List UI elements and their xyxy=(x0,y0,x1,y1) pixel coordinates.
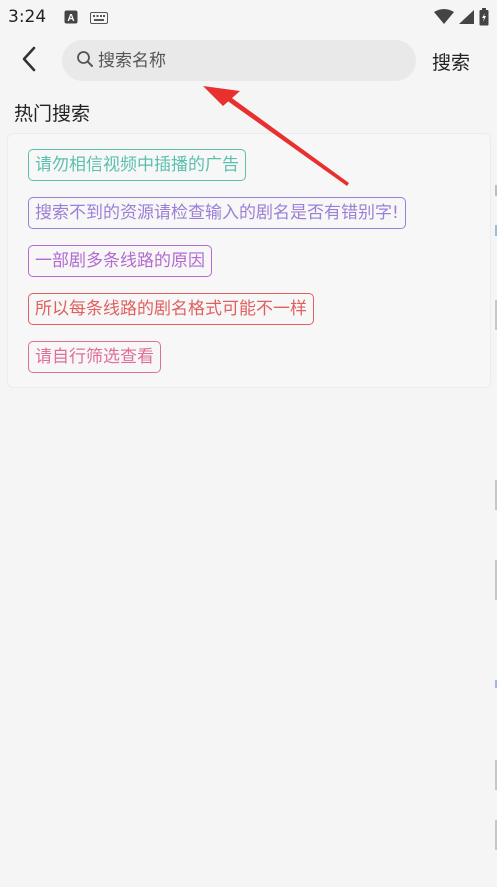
search-box[interactable] xyxy=(62,40,416,81)
hot-search-card: 请勿相信视频中插播的广告 搜索不到的资源请检查输入的剧名是否有错别字! 一部剧多… xyxy=(7,133,491,388)
status-icons-right xyxy=(434,8,489,30)
signal-icon xyxy=(458,9,475,29)
chevron-left-icon xyxy=(20,46,38,76)
search-input[interactable] xyxy=(94,50,398,71)
wifi-icon xyxy=(434,9,454,29)
hot-search-title: 热门搜索 xyxy=(14,103,91,125)
keyboard-icon xyxy=(90,9,108,28)
search-icon xyxy=(76,50,94,72)
back-button[interactable] xyxy=(12,44,46,78)
annotation-arrow-head xyxy=(203,86,240,106)
hot-search-tag[interactable]: 一部剧多条线路的原因 xyxy=(28,245,212,277)
status-bar: 3:24 A xyxy=(0,0,497,34)
battery-icon xyxy=(479,8,489,30)
hot-search-tag[interactable]: 所以每条线路的剧名格式可能不一样 xyxy=(28,293,314,325)
toolbar: 搜索 xyxy=(0,38,497,84)
hot-search-tag[interactable]: 请自行筛选查看 xyxy=(28,341,161,373)
hot-search-tag[interactable]: 搜索不到的资源请检查输入的剧名是否有错别字! xyxy=(28,197,406,229)
status-time: 3:24 xyxy=(8,7,47,27)
hot-search-tag[interactable]: 请勿相信视频中插播的广告 xyxy=(28,149,246,181)
svg-text:A: A xyxy=(67,13,74,24)
status-icons-left: A xyxy=(64,9,108,28)
a-box-icon: A xyxy=(64,9,78,28)
search-button[interactable]: 搜索 xyxy=(432,48,470,75)
